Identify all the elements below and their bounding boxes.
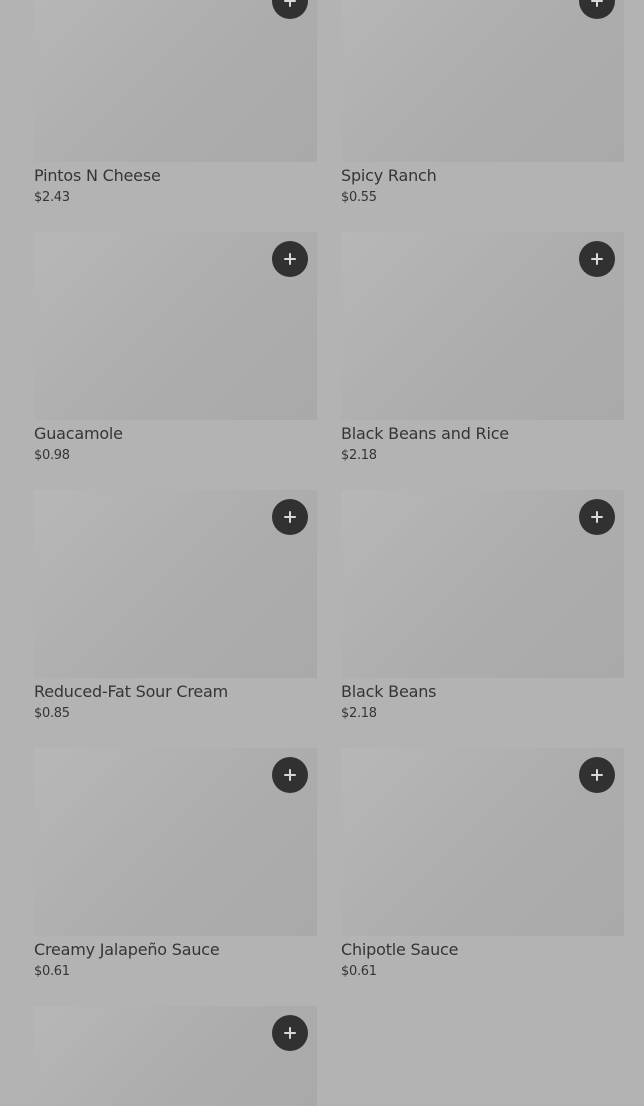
item-price: $0.98: [34, 448, 70, 463]
item-thumbnail[interactable]: [341, 748, 624, 936]
plus-icon: [284, 0, 296, 7]
add-item-button[interactable]: [272, 0, 308, 19]
item-thumbnail[interactable]: [341, 0, 624, 162]
item-thumbnail[interactable]: [341, 232, 624, 420]
item-name: Black Beans and Rice: [341, 424, 509, 443]
menu-item-card[interactable]: [34, 1006, 317, 1106]
item-price: $2.18: [341, 448, 377, 463]
plus-icon: [591, 0, 603, 7]
add-item-button[interactable]: [272, 499, 308, 535]
menu-item-card[interactable]: Black Beans $2.18: [341, 490, 624, 721]
item-name: Chipotle Sauce: [341, 940, 459, 959]
item-name: Black Beans: [341, 682, 437, 701]
menu-item-card[interactable]: Reduced-Fat Sour Cream $0.85: [34, 490, 317, 721]
item-thumbnail[interactable]: [34, 748, 317, 936]
item-thumbnail[interactable]: [34, 0, 317, 162]
add-item-button[interactable]: [579, 757, 615, 793]
plus-icon: [591, 511, 603, 523]
item-name: Creamy Jalapeño Sauce: [34, 940, 220, 959]
item-name: Spicy Ranch: [341, 166, 437, 185]
item-thumbnail[interactable]: [34, 490, 317, 678]
add-item-button[interactable]: [272, 757, 308, 793]
menu-item-card[interactable]: Chipotle Sauce $0.61: [341, 748, 624, 979]
add-item-button[interactable]: [579, 499, 615, 535]
item-name: Pintos N Cheese: [34, 166, 161, 185]
item-price: $0.85: [34, 706, 70, 721]
menu-item-card[interactable]: Spicy Ranch $0.55: [341, 0, 624, 205]
item-thumbnail[interactable]: [341, 490, 624, 678]
plus-icon: [591, 253, 603, 265]
menu-item-card[interactable]: Guacamole $0.98: [34, 232, 317, 463]
item-name: Reduced-Fat Sour Cream: [34, 682, 228, 701]
add-item-button[interactable]: [579, 241, 615, 277]
add-item-button[interactable]: [272, 1015, 308, 1051]
menu-item-card[interactable]: Creamy Jalapeño Sauce $0.61: [34, 748, 317, 979]
plus-icon: [284, 769, 296, 781]
item-thumbnail[interactable]: [34, 1006, 317, 1106]
item-price: $0.61: [34, 964, 70, 979]
plus-icon: [284, 511, 296, 523]
add-item-button[interactable]: [579, 0, 615, 19]
item-price: $2.43: [34, 190, 70, 205]
add-item-button[interactable]: [272, 241, 308, 277]
plus-icon: [284, 253, 296, 265]
menu-item-card[interactable]: Black Beans and Rice $2.18: [341, 232, 624, 463]
item-thumbnail[interactable]: [34, 232, 317, 420]
plus-icon: [284, 1027, 296, 1039]
menu-item-card[interactable]: Pintos N Cheese $2.43: [34, 0, 317, 205]
plus-icon: [591, 769, 603, 781]
item-price: $0.55: [341, 190, 377, 205]
item-price: $2.18: [341, 706, 377, 721]
item-price: $0.61: [341, 964, 377, 979]
item-name: Guacamole: [34, 424, 123, 443]
